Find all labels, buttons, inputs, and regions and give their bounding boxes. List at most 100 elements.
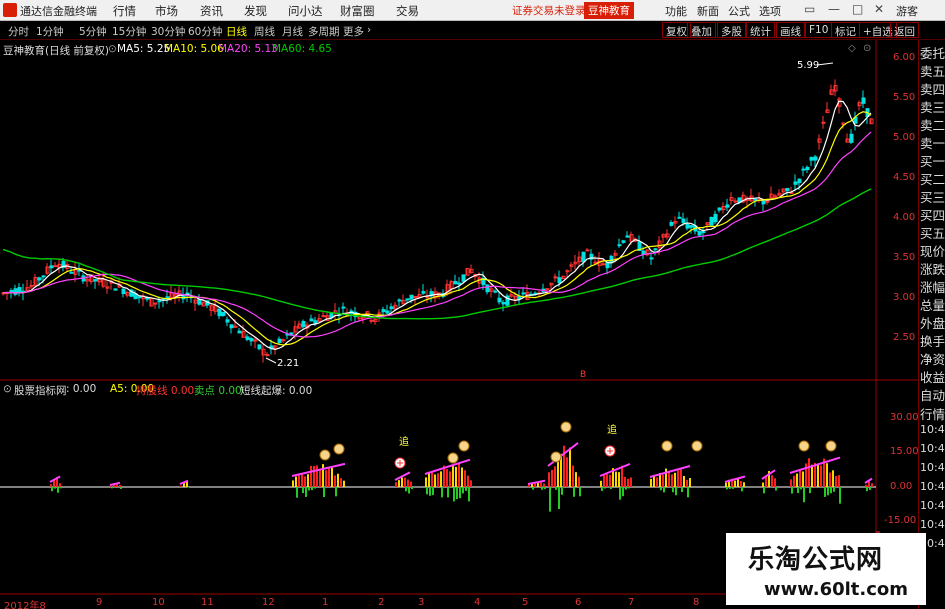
indicator-bar-up	[295, 476, 297, 487]
indicator-bar-up	[615, 471, 617, 487]
indicator-bar-down	[687, 487, 689, 498]
candle-body	[457, 282, 462, 285]
indicator-value: : 0.00	[66, 383, 97, 395]
time-tick-label: 7	[628, 597, 635, 608]
candle-body	[485, 284, 490, 293]
candle-body	[409, 294, 414, 300]
indicator-bar-up	[116, 484, 118, 487]
indicator-bar-up	[319, 469, 321, 487]
candle-body	[641, 250, 646, 255]
indicator-bar-up	[325, 470, 327, 487]
zoom-icon[interactable]: ⊙	[863, 43, 871, 54]
sub-settings-icon[interactable]: ⊙	[3, 383, 12, 395]
indicator-bar-up	[566, 457, 568, 487]
watermark-logo: 乐淘公式网 www.60lt.com	[726, 533, 926, 605]
indicator-bar-down	[839, 487, 841, 504]
indicator-bar-down	[187, 487, 189, 488]
indicator-bar-down	[732, 487, 734, 489]
indicator-bar-down	[411, 487, 413, 490]
indicator-bar-up	[799, 469, 801, 487]
candle-body	[797, 178, 802, 184]
candle-body	[713, 213, 718, 223]
indicator-bar-down	[763, 487, 765, 494]
sidebar-field: 买三	[920, 190, 945, 205]
candle-body	[461, 274, 466, 282]
indicator-bar-up	[829, 472, 831, 487]
indicator-bar-down	[456, 487, 458, 500]
diamond-icon[interactable]: ◇	[848, 43, 856, 54]
indicator-bar-up	[575, 472, 577, 487]
indicator-bar-down	[809, 487, 811, 494]
indicator-bar-down	[726, 487, 728, 490]
candle-body	[801, 168, 806, 171]
candle-body	[237, 330, 242, 334]
indicator-bar-up	[808, 458, 810, 487]
indicator-bar-down	[610, 487, 612, 490]
sidebar-field: 买四	[920, 208, 945, 223]
indicator-bar-down	[441, 487, 443, 498]
indicator-bar-up	[425, 477, 427, 487]
indicator-bar-down	[335, 487, 337, 497]
indicator-bar-up	[832, 470, 834, 487]
sidebar-field: 卖四	[920, 82, 945, 97]
candle-body	[649, 257, 654, 260]
candle-body	[217, 308, 222, 317]
indicator-bar-up	[461, 467, 463, 487]
indicator-bar-up	[796, 473, 798, 487]
candle-body	[145, 297, 150, 300]
time-tick-label: 1	[322, 597, 329, 608]
candle-body	[793, 181, 798, 185]
indicator-bar-down	[311, 487, 313, 491]
indicator-bar-down	[675, 487, 677, 496]
candle-body	[557, 277, 562, 283]
indicator-bar-up	[680, 469, 682, 487]
indicator-bar-up	[310, 465, 312, 487]
indicator-bar-up	[572, 465, 574, 487]
sidebar-field: 卖二	[920, 118, 945, 133]
indicator-bar-up	[407, 479, 409, 487]
indicator-bar-up	[440, 471, 442, 487]
indicator-bar-up	[838, 475, 840, 487]
quote-sidebar: 委托 卖五 卖四 卖三 卖二 卖一 买一 买二 买三 买四 买五 现价 涨跌 涨幅 总量 外盘 换手 净资 收益 自…	[918, 40, 945, 609]
indicator-bar-up	[398, 480, 400, 487]
indicator-bar-down	[741, 487, 743, 492]
price-tick-label: 5.00	[893, 132, 916, 143]
indicator-bar-down	[827, 487, 829, 496]
sidebar-field: 卖一	[920, 136, 945, 151]
time-tick-label: 9	[96, 597, 103, 608]
indicator-bar-down	[824, 487, 826, 497]
kline-chart[interactable]: 追追 5.99 2.21 B ◇ ⊙	[0, 0, 945, 609]
sidebar-field: 涨跌	[920, 262, 945, 277]
sidebar-field: 总量	[920, 298, 945, 313]
indicator-bar-down	[405, 487, 407, 492]
sell-point-value: 卖点 0.00	[194, 385, 242, 397]
candle-body	[813, 156, 818, 161]
indicator-bar-up	[467, 475, 469, 487]
candle-body	[253, 339, 258, 342]
indicator-bar-down	[60, 487, 62, 489]
sidebar-time: 10:49	[920, 423, 945, 436]
indicator-bar-down	[468, 487, 470, 502]
indicator-bar-up	[686, 479, 688, 487]
candle-body	[157, 300, 162, 303]
sidebar-tab[interactable]: 行情	[920, 404, 945, 422]
indicator-bar-up	[395, 482, 397, 487]
indicator-bar-up	[328, 466, 330, 487]
indicator-bar-up	[578, 476, 580, 487]
indicator-bar-up	[446, 469, 448, 487]
indicator-bar-up	[316, 465, 318, 487]
indicator-bar-down	[305, 487, 307, 497]
sidebar-field: 卖五	[920, 64, 945, 79]
candle-body	[565, 270, 570, 273]
indicator-bar-up	[452, 464, 454, 487]
candle-body	[849, 133, 854, 143]
indicator-bar-up	[820, 465, 822, 487]
sidebar-tab[interactable]: 自动	[920, 385, 945, 403]
sidebar-field: 换手	[920, 334, 945, 349]
candle-body	[245, 336, 250, 340]
candle-body	[113, 288, 118, 291]
indicator-bar-up	[793, 475, 795, 487]
indicator-bar-down	[544, 487, 546, 489]
indicator-bar-up	[569, 447, 571, 487]
indicator-bar-up	[817, 465, 819, 487]
